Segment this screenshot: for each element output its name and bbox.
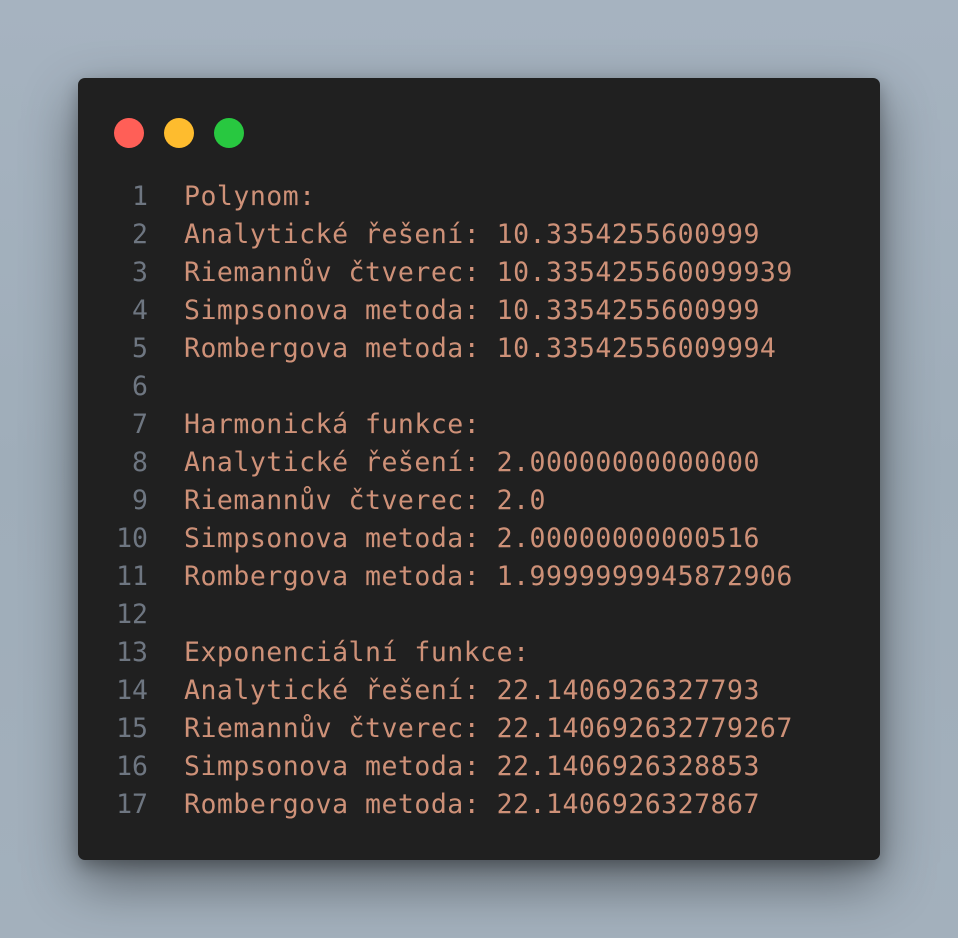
line-number: 3 (132, 257, 148, 288)
code-line: 5 Rombergova metoda: 10.33542556009994 (78, 330, 880, 368)
code-line: 6 (78, 368, 880, 406)
code-line: 11 Rombergova metoda: 1.9999999945872906 (78, 558, 880, 596)
line-text: Riemannův čtverec: 22.140692632779267 (184, 713, 793, 744)
line-number: 10 (116, 523, 148, 554)
line-number: 5 (132, 333, 148, 364)
line-number: 17 (116, 789, 148, 820)
code-line: 15 Riemannův čtverec: 22.140692632779267 (78, 710, 880, 748)
line-text: Rombergova metoda: 1.9999999945872906 (184, 561, 793, 592)
line-number: 6 (132, 371, 148, 402)
line-text: Riemannův čtverec: 10.335425560099939 (184, 257, 793, 288)
line-number: 4 (132, 295, 148, 326)
line-text: Simpsonova metoda: 10.3354255600999 (184, 295, 760, 326)
line-text: Polynom: (184, 181, 316, 212)
code-line: 7 Harmonická funkce: (78, 406, 880, 444)
line-text: Simpsonova metoda: 2.00000000000516 (184, 523, 760, 554)
code-line: 4 Simpsonova metoda: 10.3354255600999 (78, 292, 880, 330)
code-window: 1 Polynom: 2 Analytické řešení: 10.3354255… (78, 78, 880, 860)
line-text: Analytické řešení: 2.00000000000000 (184, 447, 760, 478)
code-line: 10 Simpsonova metoda: 2.00000000000516 (78, 520, 880, 558)
code-line: 9 Riemannův čtverec: 2.0 (78, 482, 880, 520)
code-line: 17 Rombergova metoda: 22.1406926327867 (78, 786, 880, 824)
line-number: 14 (116, 675, 148, 706)
code-line: 2 Analytické řešení: 10.3354255600999 (78, 216, 880, 254)
maximize-button[interactable] (214, 118, 244, 148)
code-line: 1 Polynom: (78, 178, 880, 216)
line-number: 8 (132, 447, 148, 478)
code-line: 12 (78, 596, 880, 634)
line-text: Rombergova metoda: 10.33542556009994 (184, 333, 777, 364)
minimize-button[interactable] (164, 118, 194, 148)
line-text: Analytické řešení: 22.1406926327793 (184, 675, 760, 706)
line-number: 16 (116, 751, 148, 782)
window-controls (114, 118, 244, 148)
line-number: 15 (116, 713, 148, 744)
line-number: 11 (116, 561, 148, 592)
line-text: Harmonická funkce: (184, 409, 481, 440)
code-line: 8 Analytické řešení: 2.00000000000000 (78, 444, 880, 482)
line-number: 2 (132, 219, 148, 250)
code-block: 1 Polynom: 2 Analytické řešení: 10.3354255… (78, 178, 880, 824)
line-text: Riemannův čtverec: 2.0 (184, 485, 546, 516)
line-number: 13 (116, 637, 148, 668)
code-line: 16 Simpsonova metoda: 22.1406926328853 (78, 748, 880, 786)
close-button[interactable] (114, 118, 144, 148)
line-number: 7 (132, 409, 148, 440)
line-text: Exponenciální funkce: (184, 637, 530, 668)
line-number: 1 (132, 181, 148, 212)
line-number: 12 (116, 599, 148, 630)
line-text: Analytické řešení: 10.3354255600999 (184, 219, 760, 250)
line-text: Simpsonova metoda: 22.1406926328853 (184, 751, 760, 782)
code-line: 13 Exponenciální funkce: (78, 634, 880, 672)
line-text: Rombergova metoda: 22.1406926327867 (184, 789, 760, 820)
code-line: 14 Analytické řešení: 22.1406926327793 (78, 672, 880, 710)
code-line: 3 Riemannův čtverec: 10.335425560099939 (78, 254, 880, 292)
line-number: 9 (132, 485, 148, 516)
